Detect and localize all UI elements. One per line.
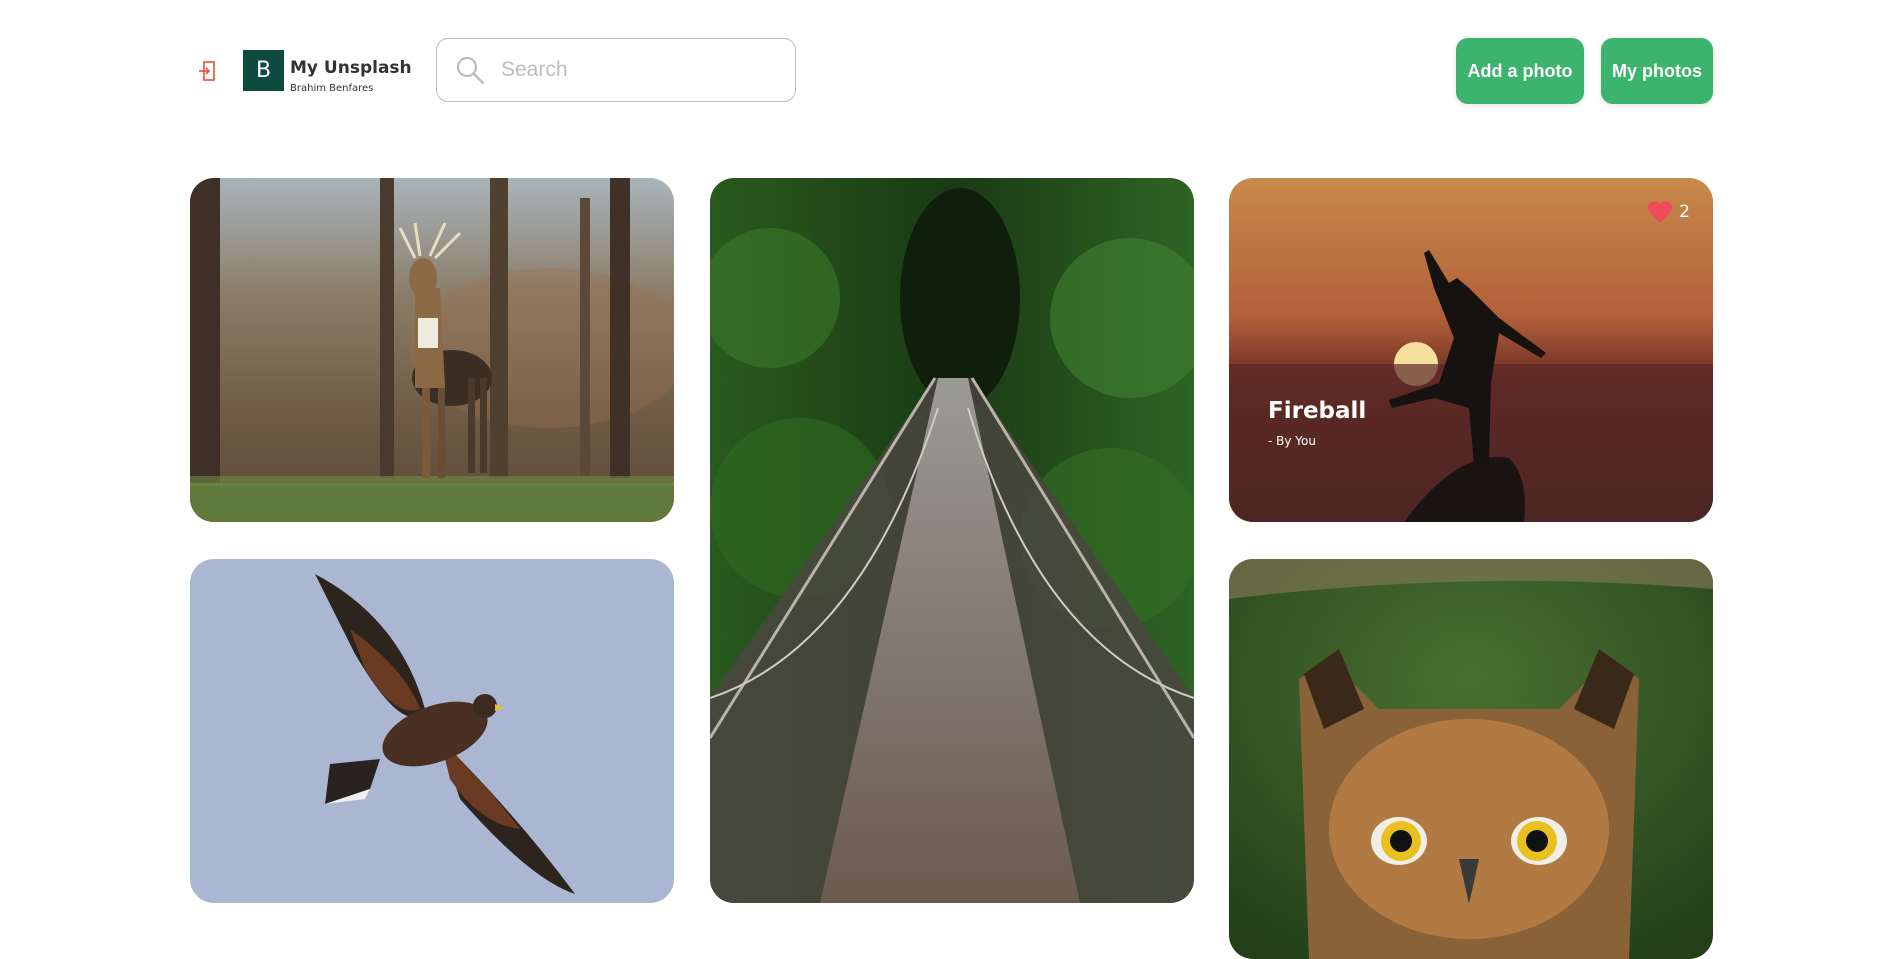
fireball-photo [1229,178,1713,522]
hawk-photo [190,559,674,903]
heart-icon [1647,200,1673,224]
logo-mark: B [243,50,284,91]
app-title: My Unsplash [290,58,412,78]
photo-card-eagle[interactable] [190,559,674,903]
photo-card-deer[interactable] [190,178,674,522]
app-subtitle: Brahim Benfares [290,83,374,94]
like-count: 2 [1679,202,1690,222]
bridge-photo [710,178,1194,903]
like-button[interactable]: 2 [1647,200,1690,224]
deer-photo [190,178,674,522]
search-icon [455,55,485,85]
search-box [436,38,796,102]
owl-photo [1229,559,1713,959]
photo-card-bridge[interactable] [710,178,1194,903]
photo-title: Fireball [1268,398,1367,424]
my-photos-button[interactable]: My photos [1601,38,1713,104]
photo-card-owl[interactable] [1229,559,1713,959]
add-photo-button[interactable]: Add a photo [1456,38,1584,104]
logout-icon[interactable] [198,60,218,82]
header: B My Unsplash Brahim Benfares Add a phot… [0,0,1902,140]
search-input[interactable] [501,51,781,89]
photo-author: - By You [1268,434,1316,448]
photo-card-fireball[interactable]: 2 Fireball - By You [1229,178,1713,522]
